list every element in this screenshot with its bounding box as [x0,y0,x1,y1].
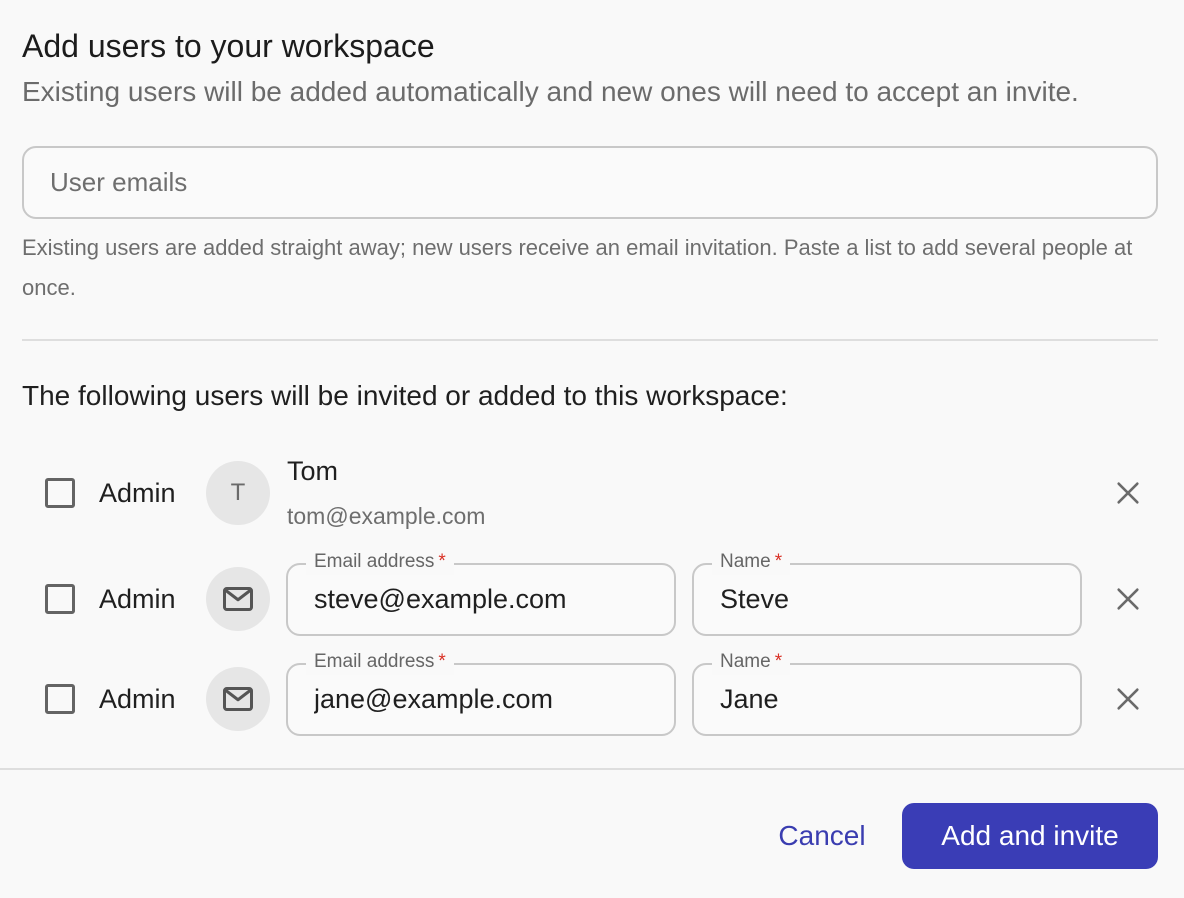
admin-checkbox[interactable] [45,478,75,508]
add-users-dialog: Add users to your workspace Existing use… [0,0,1184,898]
user-emails-helper-text: Existing users are added straight away; … [22,235,1133,300]
email-address-input[interactable] [288,665,674,734]
avatar [206,567,270,631]
avatar-initial: T [230,479,246,506]
remove-user-button[interactable] [1112,477,1144,509]
admin-checkbox[interactable] [45,584,75,614]
user-emails-input[interactable] [22,146,1158,219]
dialog-title: Add users to your workspace [22,28,435,64]
email-address-field: Email address * [286,549,676,636]
user-row-existing: Admin T Tom tom@example.com [0,446,1184,542]
user-row-new: Admin Email address* Name* [0,549,1184,636]
avatar: T [206,461,270,525]
user-name: Tom [287,456,339,486]
admin-label: Admin [99,684,176,714]
name-input[interactable] [694,565,1080,634]
close-icon [1117,688,1139,710]
mail-icon [223,587,253,611]
user-row-new: Admin Email address* Name* [0,649,1184,736]
add-and-invite-button[interactable]: Add and invite [902,803,1158,869]
footer-divider [0,768,1184,770]
avatar [206,667,270,731]
close-icon [1117,482,1139,504]
admin-checkbox[interactable] [45,684,75,714]
cancel-button[interactable]: Cancel [758,803,886,869]
name-input[interactable] [694,665,1080,734]
close-icon [1117,588,1139,610]
section-divider [22,339,1158,341]
email-address-field: Email address * [286,649,676,736]
mail-icon [223,687,253,711]
admin-label: Admin [99,584,176,614]
name-field: Name * [692,549,1082,636]
invite-list-heading: The following users will be invited or a… [22,380,788,411]
admin-label: Admin [99,478,176,508]
remove-user-button[interactable] [1112,683,1144,715]
name-field: Name * [692,649,1082,736]
email-address-input[interactable] [288,565,674,634]
dialog-subtitle: Existing users will be added automatical… [22,76,1079,107]
user-email: tom@example.com [287,503,486,529]
remove-user-button[interactable] [1112,583,1144,615]
